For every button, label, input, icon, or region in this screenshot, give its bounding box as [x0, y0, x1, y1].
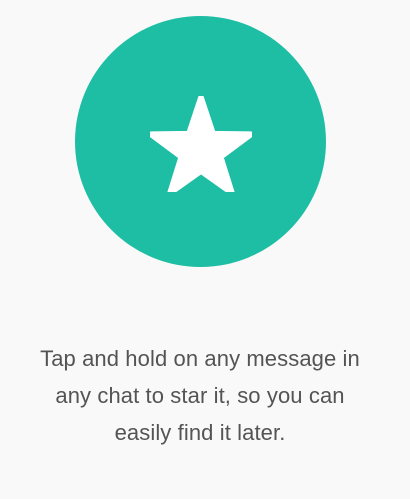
starred-messages-empty-screen: Tap and hold on any message in any chat …	[0, 0, 410, 499]
star-illustration	[75, 16, 326, 267]
empty-state-message: Tap and hold on any message in any chat …	[40, 346, 360, 445]
star-icon	[149, 95, 252, 192]
